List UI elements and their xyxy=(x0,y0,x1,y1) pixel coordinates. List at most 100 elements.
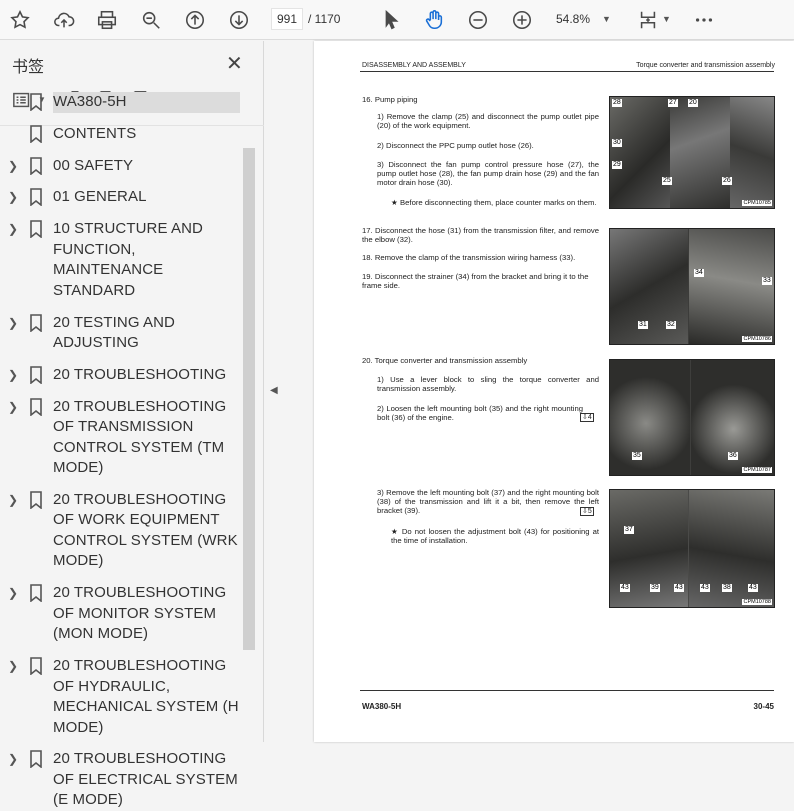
page-fit-dropdown-icon[interactable]: ▼ xyxy=(662,14,671,24)
zoom-search-icon[interactable] xyxy=(137,6,165,34)
bookmark-label: CONTENTS xyxy=(53,124,137,142)
callout-43-a: 43 xyxy=(620,584,630,592)
scroll-thumb[interactable] xyxy=(243,148,255,650)
callout-32: 32 xyxy=(666,321,676,329)
page-footer-right: 30-45 xyxy=(753,702,774,711)
bookmark-item[interactable]: 20 TROUBLESHOOTING ❯ xyxy=(0,365,242,386)
step-16-note: ★ Before disconnecting them, place count… xyxy=(391,198,597,207)
bookmark-label: 20 TESTING AND ADJUSTING xyxy=(53,313,175,352)
collapse-panel-icon[interactable]: ◀ xyxy=(270,385,278,396)
bookmark-icon xyxy=(29,657,43,676)
select-cursor-icon[interactable] xyxy=(377,6,405,34)
callout-43-c: 43 xyxy=(700,584,710,592)
callout-38: 38 xyxy=(722,584,732,592)
page-fit-icon[interactable] xyxy=(634,6,662,34)
callout-34: 34 xyxy=(694,269,704,277)
footer-rule xyxy=(360,690,774,691)
expand-chevron-icon[interactable]: ❯ xyxy=(8,190,18,204)
bookmark-item[interactable]: WA380-5H xyxy=(0,92,242,113)
bookmark-label: 01 GENERAL xyxy=(53,188,147,206)
bookmark-item[interactable]: 20 TROUBLESHOOTING OF ELECTRICAL SYSTEM … xyxy=(0,749,242,811)
bookmark-label: 20 TROUBLESHOOTING OF MONITOR SYSTEM (MO… xyxy=(53,584,227,643)
page-header-right: Torque converter and transmission assemb… xyxy=(636,62,775,69)
bookmark-item[interactable]: 20 TROUBLESHOOTING OF TRANSMISSION CONTR… xyxy=(0,397,242,479)
callout-26: 26 xyxy=(722,177,732,185)
callout-37: 37 xyxy=(624,526,634,534)
callout-36: 36 xyxy=(728,452,738,460)
zoom-level[interactable]: 54.8% xyxy=(556,12,590,26)
step-20-title: 20. Torque converter and transmission as… xyxy=(362,356,528,365)
bookmark-icon xyxy=(29,397,43,417)
callout-33: 33 xyxy=(762,277,772,285)
zoom-in-icon[interactable] xyxy=(508,6,536,34)
callout-39: 39 xyxy=(650,584,660,592)
step-20-1: 1) Use a lever block to sling the torque… xyxy=(377,375,599,393)
step-20-note: ★ Do not loosen the adjustment bolt (43)… xyxy=(391,527,599,545)
bookmark-item[interactable]: 01 GENERAL ❯ xyxy=(0,187,242,208)
page-footer-left: WA380-5H xyxy=(362,702,402,711)
callout-35: 35 xyxy=(632,452,642,460)
bookmark-label: 20 TROUBLESHOOTING OF TRANSMISSION CONTR… xyxy=(53,397,227,477)
page-number-input[interactable]: 991 xyxy=(271,8,303,30)
callout-43-b: 43 xyxy=(674,584,684,592)
expand-chevron-icon[interactable]: ❯ xyxy=(8,659,18,673)
bookmark-star-icon[interactable] xyxy=(6,6,34,34)
callout-29: 29 xyxy=(612,161,622,169)
previous-page-icon[interactable] xyxy=(181,6,209,34)
photo-code-1: CPM10785 xyxy=(742,200,772,206)
photo-code-3: CPM10787 xyxy=(742,467,772,473)
bookmark-item[interactable]: 20 TROUBLESHOOTING OF HYDRAULIC, MECHANI… xyxy=(0,656,242,738)
step-18: 18. Remove the clamp of the transmission… xyxy=(362,253,576,262)
next-page-icon[interactable] xyxy=(225,6,253,34)
bookmark-icon xyxy=(29,365,43,385)
expand-chevron-icon[interactable]: ❯ xyxy=(8,400,18,414)
bookmark-icon xyxy=(29,93,43,112)
bookmark-item[interactable]: 20 TROUBLESHOOTING OF MONITOR SYSTEM (MO… xyxy=(0,583,242,645)
page-total: / 1170 xyxy=(308,12,341,26)
step-19: 19. Disconnect the strainer (34) from th… xyxy=(362,272,589,290)
header-rule xyxy=(360,71,774,72)
step-20-3: 3) Remove the left mounting bolt (37) an… xyxy=(377,488,599,515)
upload-cloud-icon[interactable] xyxy=(50,6,78,34)
bookmark-icon xyxy=(29,220,43,239)
bookmark-item[interactable]: 10 STRUCTURE AND FUNCTION, MAINTENANCE S… xyxy=(0,219,242,301)
bookmark-item[interactable]: 00 SAFETY ❯ xyxy=(0,156,242,177)
hand-tool-icon[interactable] xyxy=(420,6,448,34)
callout-28: 28 xyxy=(612,99,622,107)
panel-title: 书签 xyxy=(12,59,45,76)
bookmark-label: 20 TROUBLESHOOTING OF WORK EQUIPMENT CON… xyxy=(53,490,238,570)
bookmark-label: 20 TROUBLESHOOTING xyxy=(53,365,227,383)
expand-chevron-icon[interactable]: ❯ xyxy=(8,159,18,173)
callout-43-d: 43 xyxy=(748,584,758,592)
expand-chevron-icon[interactable]: ❯ xyxy=(8,368,18,382)
bookmark-icon xyxy=(29,156,43,176)
expand-chevron-icon[interactable]: ❯ xyxy=(8,493,18,507)
bookmark-label: 20 TROUBLESHOOTING OF HYDRAULIC, MECHANI… xyxy=(53,657,239,736)
photo-pump-piping: 28 27 20 30 29 25 26 CPM10785 xyxy=(609,96,775,209)
step-16-1: 1) Remove the clamp (25) and disconnect … xyxy=(377,112,599,130)
bookmark-item[interactable]: CONTENTS xyxy=(0,124,242,145)
step-16-2: 2) Disconnect the PPC pump outlet hose (… xyxy=(377,141,534,150)
expand-chevron-icon[interactable]: ❯ xyxy=(8,222,18,236)
callout-27: 27 xyxy=(668,99,678,107)
zoom-out-icon[interactable] xyxy=(464,6,492,34)
bookmark-item[interactable]: 20 TESTING AND ADJUSTING ❯ xyxy=(0,313,242,354)
more-options-icon[interactable] xyxy=(690,6,718,34)
bookmark-item[interactable]: 20 TROUBLESHOOTING OF WORK EQUIPMENT CON… xyxy=(0,490,242,572)
callout-30: 30 xyxy=(612,139,622,147)
expand-chevron-icon[interactable]: ❯ xyxy=(8,586,18,600)
photo-transmission-filter: 34 33 31 32 CPM10786 xyxy=(609,228,775,345)
bookmark-label: 20 TROUBLESHOOTING OF ELECTRICAL SYSTEM … xyxy=(53,750,238,809)
step-16-title: 16. Pump piping xyxy=(362,95,418,104)
step-16-3: 3) Disconnect the fan pump control press… xyxy=(377,160,599,187)
step-17: 17. Disconnect the hose (31) from the tr… xyxy=(362,226,599,244)
expand-chevron-icon[interactable]: ❯ xyxy=(8,316,18,330)
close-icon[interactable]: ✕ xyxy=(226,51,243,76)
expand-chevron-icon[interactable]: ❯ xyxy=(8,752,18,766)
zoom-dropdown-icon[interactable]: ▼ xyxy=(602,14,611,24)
bookmark-label: 00 SAFETY xyxy=(53,156,134,174)
print-icon[interactable] xyxy=(93,6,121,34)
bookmark-icon xyxy=(29,188,43,208)
photo-code-4: CPM10788 xyxy=(742,599,772,605)
photo-code-2: CPM10786 xyxy=(742,336,772,342)
